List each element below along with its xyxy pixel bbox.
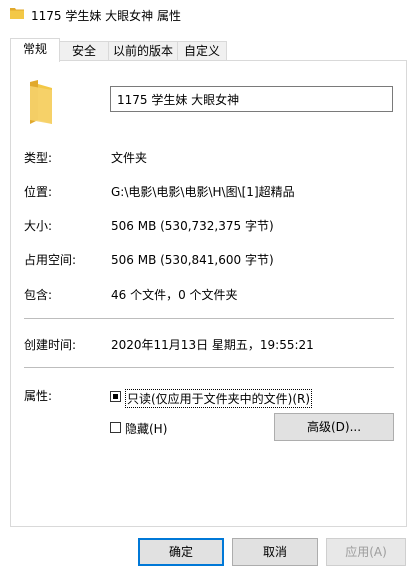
hidden-checkbox-box[interactable] [110,422,121,433]
contains-label: 包含: [24,288,53,302]
size-value: 506 MB (530,732,375 字节) [111,219,274,233]
hidden-checkbox-label[interactable]: 隐藏(H) [125,420,167,437]
disk-size-value: 506 MB (530,841,600 字节) [111,253,274,267]
advanced-button[interactable]: 高级(D)... [274,413,394,441]
ok-button[interactable]: 确定 [138,538,224,566]
folder-name-field[interactable]: 1175 学生妹 大眼女神 [110,86,393,112]
type-label: 类型: [24,151,53,165]
attributes-label: 属性: [24,389,53,403]
size-label: 大小: [24,219,53,233]
location-value: G:\电影\电影\电影\H\图\[1]超精品 [111,185,295,199]
disk-size-label: 占用空间: [24,253,77,267]
tab-customize[interactable]: 自定义 [177,41,227,61]
cancel-button[interactable]: 取消 [232,538,318,566]
folder-icon [10,8,24,19]
window-title: 1175 学生妹 大眼女神 属性 [31,9,181,23]
created-value: 2020年11月13日 星期五，19:55:21 [111,338,314,352]
readonly-checkbox-label[interactable]: 只读(仅应用于文件夹中的文件)(R) [125,389,313,408]
title-bar: 1175 学生妹 大眼女神 属性 [0,0,415,30]
apply-button[interactable]: 应用(A) [326,538,406,566]
created-label: 创建时间: [24,338,77,352]
tab-general[interactable]: 常规 [10,38,60,62]
location-label: 位置: [24,185,53,199]
tab-security[interactable]: 安全 [59,41,109,61]
separator [24,318,394,319]
readonly-checkbox-box[interactable] [110,391,121,402]
type-value: 文件夹 [111,151,148,165]
contains-value: 46 个文件，0 个文件夹 [111,288,238,302]
tab-previous-versions[interactable]: 以前的版本 [108,41,178,61]
separator [24,367,394,368]
large-folder-icon [30,80,52,124]
